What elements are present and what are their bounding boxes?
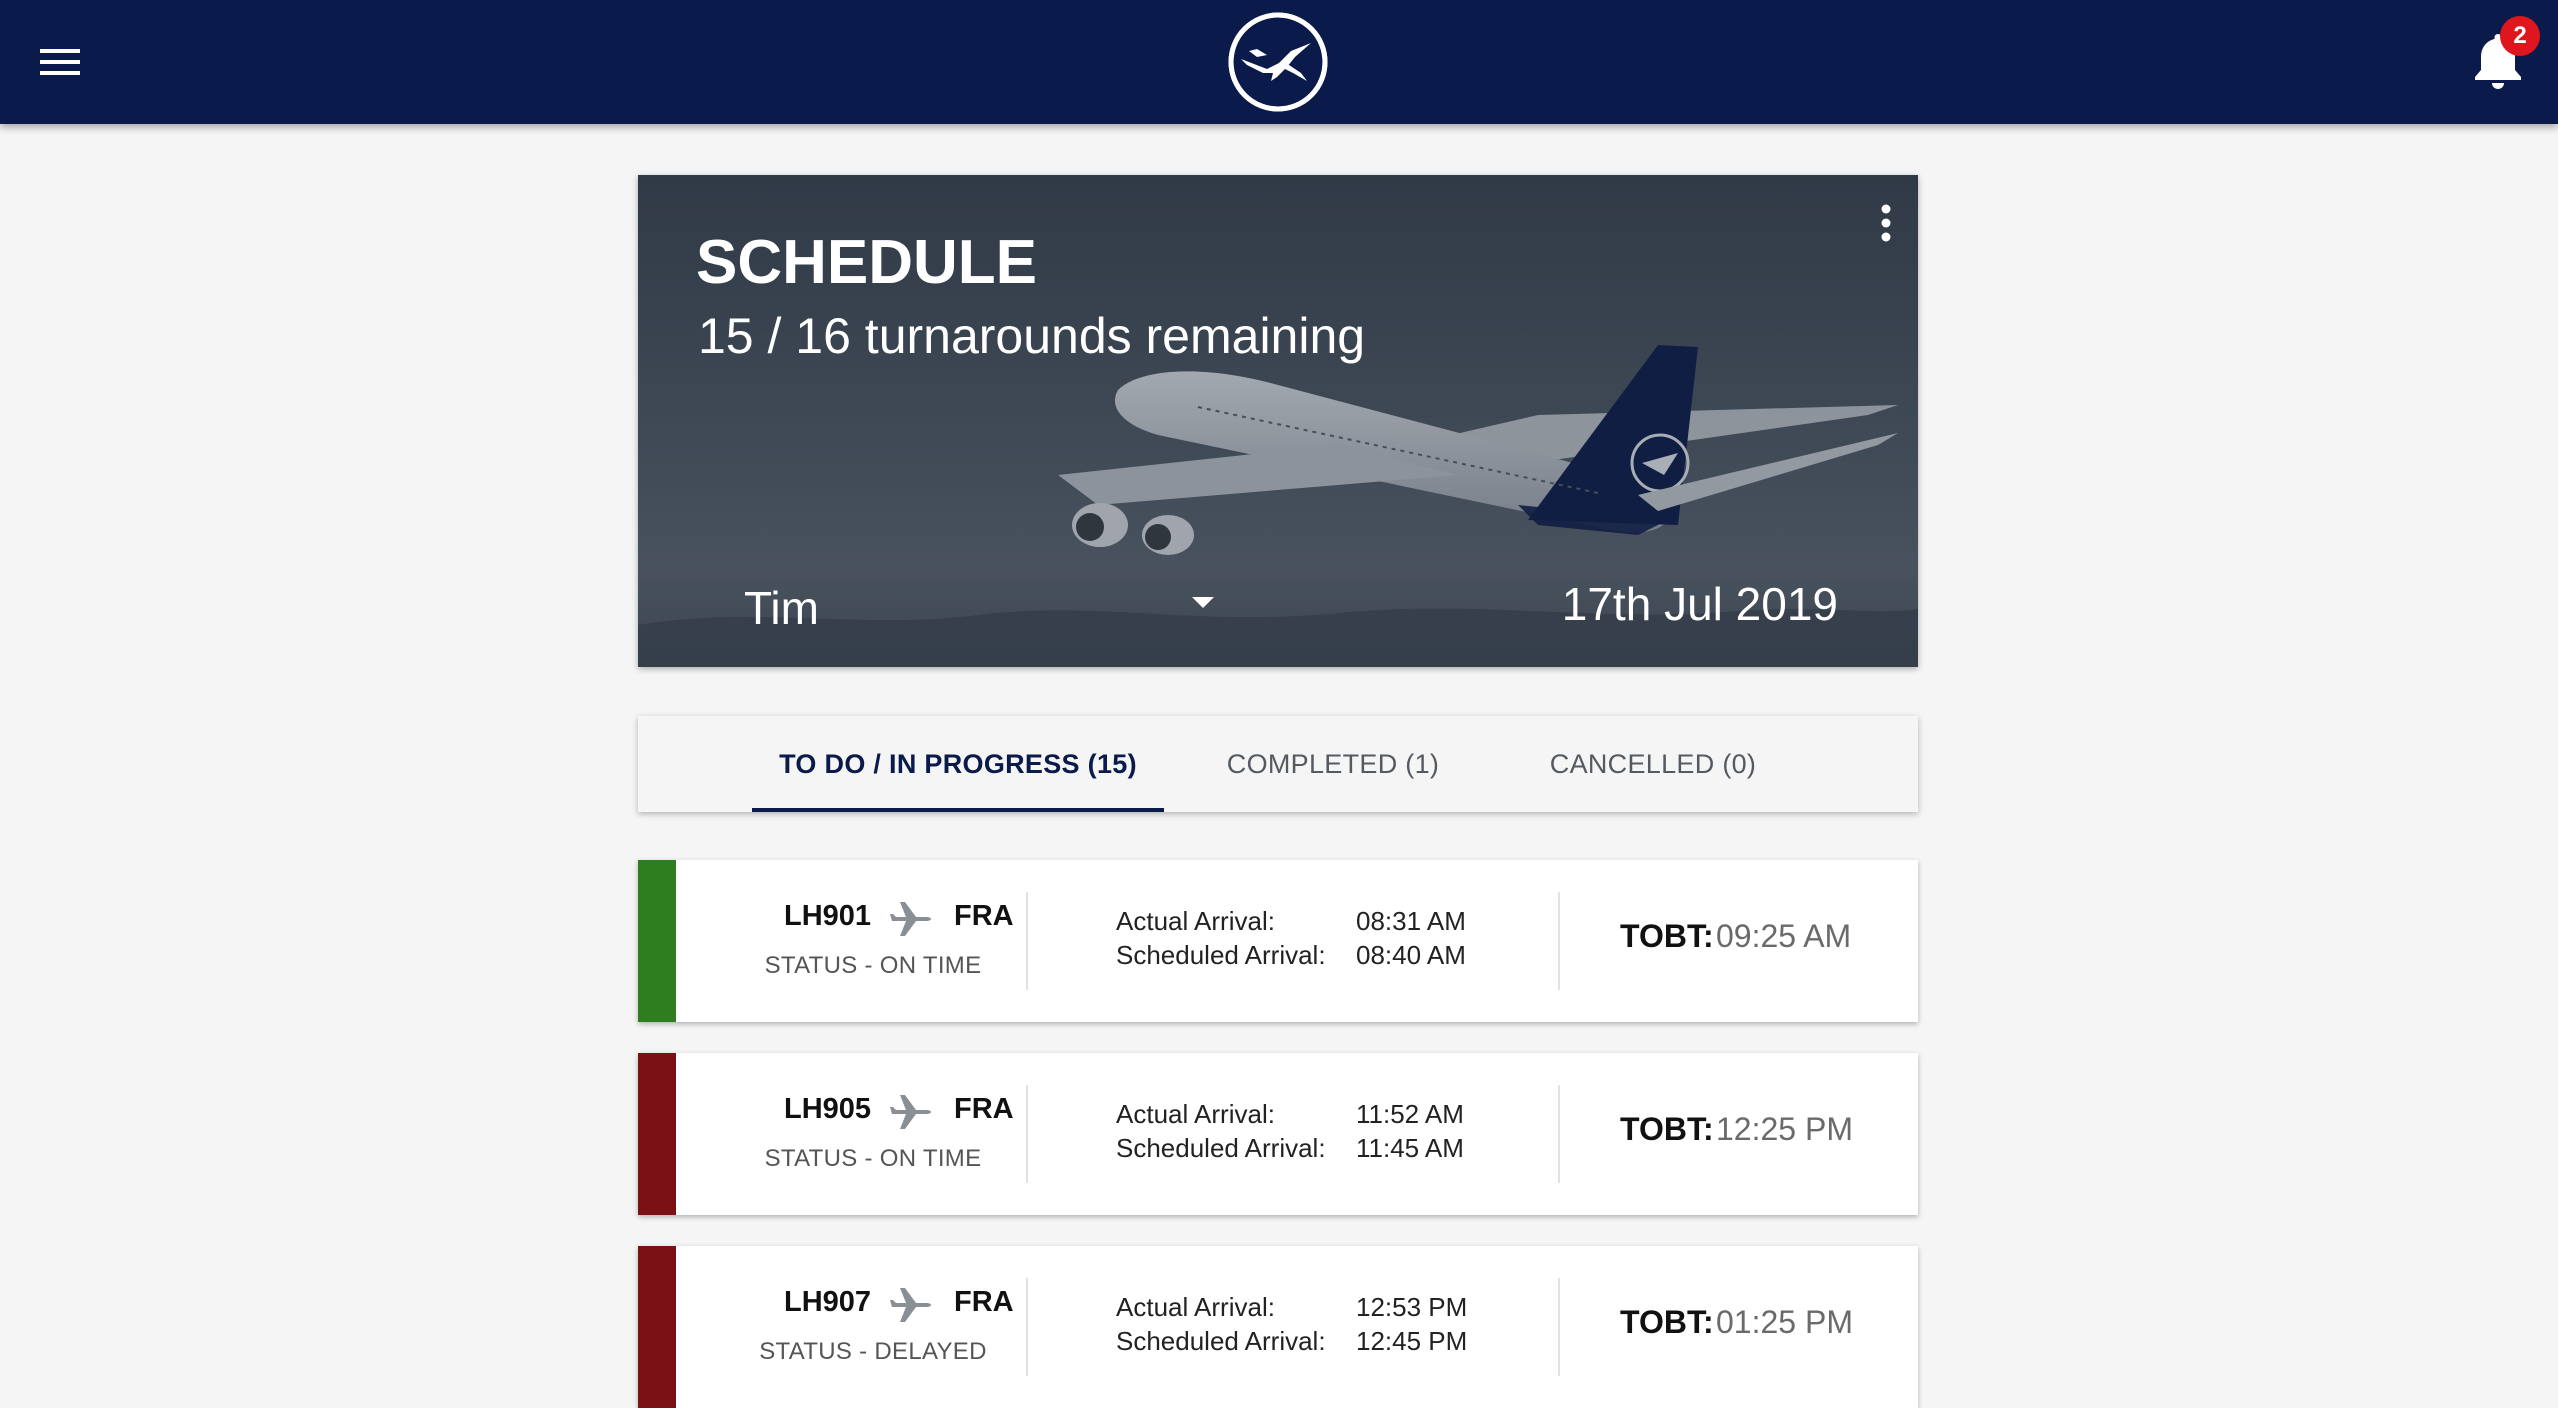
divider	[1026, 892, 1028, 990]
schedule-hero-card: SCHEDULE 15 / 16 turnarounds remaining T…	[638, 175, 1918, 667]
actual-arrival-time: 08:31 AM	[1356, 906, 1466, 936]
status-color-bar	[638, 1053, 676, 1215]
chevron-down-icon	[1192, 597, 1214, 608]
scheduled-arrival-label: Scheduled Arrival:	[1116, 1133, 1326, 1163]
actual-arrival-label: Actual Arrival:	[1116, 1099, 1275, 1129]
actual-arrival-time: 12:53 PM	[1356, 1292, 1468, 1322]
hamburger-menu-icon[interactable]	[32, 34, 88, 90]
tab-completed[interactable]: COMPLETED (1)	[1198, 716, 1468, 812]
airplane-icon	[888, 896, 934, 942]
divider	[1558, 1278, 1560, 1376]
tab-todo-in-progress[interactable]: TO DO / IN PROGRESS (15)	[752, 716, 1164, 812]
destination-code: FRA	[954, 900, 1014, 932]
tab-cancelled[interactable]: CANCELLED (0)	[1518, 716, 1788, 812]
lufthansa-crane-logo	[1227, 11, 1329, 113]
tobt-label: TOBT:	[1620, 918, 1714, 954]
actual-arrival-time: 11:52 AM	[1356, 1099, 1464, 1129]
airplane-icon	[888, 1089, 934, 1135]
flight-number: LH905	[784, 1093, 872, 1125]
divider	[1558, 1085, 1560, 1183]
airplane-icon	[888, 1282, 934, 1328]
flight-status: STATUS - ON TIME	[764, 952, 982, 979]
scheduled-arrival-label: Scheduled Arrival:	[1116, 1326, 1326, 1356]
status-color-bar	[638, 860, 676, 1022]
more-vertical-icon[interactable]	[1872, 199, 1900, 255]
tobt-time: 12:25 PM	[1716, 1111, 1853, 1147]
flight-card[interactable]: LH905 FRA STATUS - ON TIME Actual Arriva…	[638, 1053, 1918, 1215]
actual-arrival-label: Actual Arrival:	[1116, 906, 1275, 936]
tobt: TOBT: 12:25 PM	[1620, 1053, 1880, 1215]
actual-arrival-label: Actual Arrival:	[1116, 1292, 1275, 1322]
turnarounds-remaining: 15 / 16 turnarounds remaining	[698, 308, 1366, 364]
tobt: TOBT: 01:25 PM	[1620, 1246, 1880, 1408]
scheduled-arrival-time: 08:40 AM	[1356, 940, 1466, 970]
flight-route: LH901 FRA STATUS - ON TIME	[678, 860, 1068, 1022]
flight-status: STATUS - ON TIME	[764, 1145, 982, 1172]
person-select[interactable]: Tim	[744, 573, 1226, 643]
arrival-times: Actual Arrival: 08:31 AM Scheduled Arriv…	[1116, 860, 1536, 1022]
flight-route: LH905 FRA STATUS - ON TIME	[678, 1053, 1068, 1215]
tobt: TOBT: 09:25 AM	[1620, 860, 1880, 1022]
divider	[1026, 1278, 1028, 1376]
destination-code: FRA	[954, 1286, 1014, 1318]
schedule-tabs: TO DO / IN PROGRESS (15) COMPLETED (1) C…	[638, 716, 1918, 812]
destination-code: FRA	[954, 1093, 1014, 1125]
divider	[1558, 892, 1560, 990]
tobt-time: 01:25 PM	[1716, 1304, 1853, 1340]
notification-count-badge: 2	[2500, 16, 2540, 56]
tobt-label: TOBT:	[1620, 1304, 1714, 1340]
flight-status: STATUS - DELAYED	[759, 1338, 987, 1365]
tobt-label: TOBT:	[1620, 1111, 1714, 1147]
divider	[1026, 1085, 1028, 1183]
arrival-times: Actual Arrival: 11:52 AM Scheduled Arriv…	[1116, 1053, 1536, 1215]
flight-card[interactable]: LH901 FRA STATUS - ON TIME Actual Arriva…	[638, 860, 1918, 1022]
schedule-date[interactable]: 17th Jul 2019	[1562, 577, 1838, 631]
flight-card[interactable]: LH907 FRA STATUS - DELAYED Actual Arriva…	[638, 1246, 1918, 1408]
active-tab-indicator	[752, 808, 1164, 812]
scheduled-arrival-label: Scheduled Arrival:	[1116, 940, 1326, 970]
tobt-time: 09:25 AM	[1716, 918, 1852, 954]
flight-number: LH907	[784, 1286, 872, 1318]
status-color-bar	[638, 1246, 676, 1408]
flight-route: LH907 FRA STATUS - DELAYED	[678, 1246, 1068, 1408]
flight-number: LH901	[784, 900, 872, 932]
app-header: 2	[0, 0, 2558, 124]
scheduled-arrival-time: 12:45 PM	[1356, 1326, 1468, 1356]
page-title: SCHEDULE	[696, 228, 1038, 297]
arrival-times: Actual Arrival: 12:53 PM Scheduled Arriv…	[1116, 1246, 1536, 1408]
scheduled-arrival-time: 11:45 AM	[1356, 1133, 1464, 1163]
selected-person: Tim	[744, 582, 819, 634]
